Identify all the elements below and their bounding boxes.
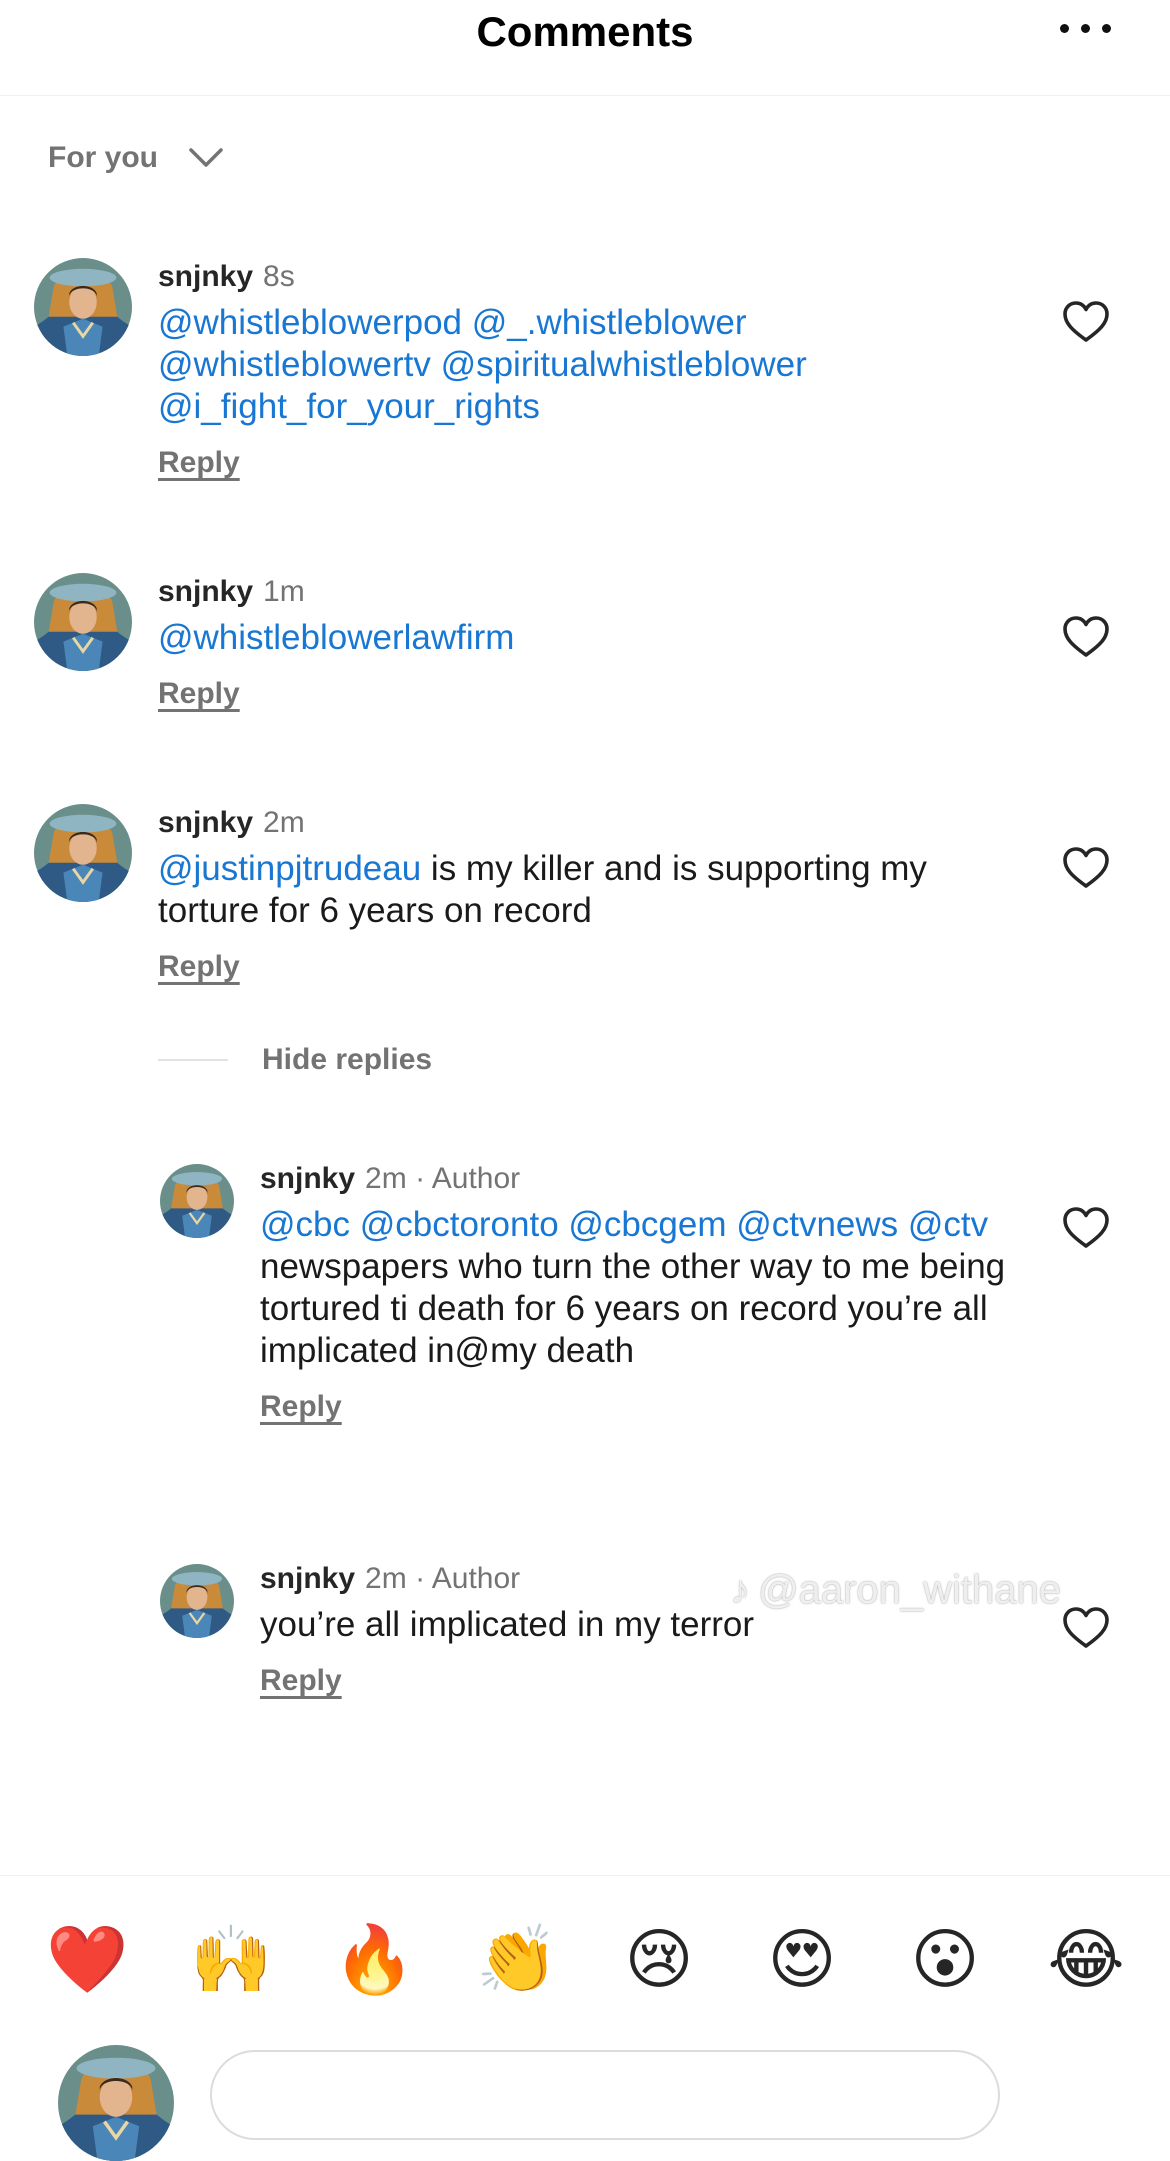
comment-text: @cbc @cbctoronto @cbcgem @ctvnews @ctv n… [260, 1204, 1010, 1372]
avatar[interactable] [34, 258, 132, 356]
hide-replies-button[interactable]: Hide replies [158, 1040, 432, 1080]
reply-button[interactable]: Reply [158, 446, 240, 480]
comment-username[interactable]: snjnky [158, 260, 253, 293]
emoji-fire[interactable]: 🔥 [333, 1920, 415, 2000]
hide-replies-label: Hide replies [262, 1043, 433, 1076]
emoji-surprised[interactable]: 😮 [905, 1920, 985, 2000]
comment-text: @justinpjtrudeau is my killer and is sup… [158, 848, 998, 932]
comment-text-segment: you’re all implicated in my terror [260, 1605, 755, 1644]
avatar[interactable] [160, 1564, 234, 1638]
heart-icon[interactable] [1062, 1606, 1110, 1650]
chevron-down-icon [189, 148, 223, 167]
divider [158, 1059, 228, 1061]
heart-icon[interactable] [1062, 846, 1110, 890]
comment-time: 8s [263, 260, 295, 293]
emoji-raised-hands[interactable]: 🙌 [190, 1920, 272, 2000]
avatar[interactable] [34, 573, 132, 671]
avatar[interactable] [160, 1164, 234, 1238]
author-badge: · Author [415, 1162, 521, 1195]
heart-icon[interactable] [1062, 615, 1110, 659]
emoji-clapping[interactable]: 👏 [476, 1920, 558, 2000]
comment-username[interactable]: snjnky [158, 806, 253, 839]
comment-text: @whistleblowerlawfirm [158, 617, 958, 659]
comment-input[interactable] [210, 2050, 1000, 2140]
reply-button[interactable]: Reply [260, 1664, 342, 1698]
tiktok-logo-icon: ♪ [730, 1568, 750, 1612]
heart-icon[interactable] [1062, 1206, 1110, 1250]
current-user-avatar [58, 2045, 174, 2161]
comment-text-segment: newspapers who turn the other way to me … [260, 1247, 1006, 1370]
mention-link[interactable]: @cbc @cbctoronto @cbcgem @ctvnews @ctv [260, 1205, 988, 1244]
watermark: ♪ @aaron_withane [730, 1568, 1061, 1613]
emoji-crying[interactable]: 😢 [619, 1920, 699, 2000]
heart-icon[interactable] [1062, 300, 1110, 344]
watermark-handle: @aaron_withane [758, 1568, 1062, 1612]
emoji-laughing[interactable]: 😂 [1046, 1920, 1126, 2000]
emoji-heart[interactable]: ❤️ [46, 1920, 128, 2000]
comment-time: 1m [263, 575, 305, 608]
mention-link[interactable]: @whistleblowerpod @_.whistleblower @whis… [158, 303, 807, 426]
comment-text: @whistleblowerpod @_.whistleblower @whis… [158, 302, 958, 428]
reply-button[interactable]: Reply [158, 677, 240, 711]
filter-label: For you [48, 141, 158, 174]
author-badge: · Author [415, 1562, 521, 1595]
emoji-heart-eyes[interactable]: 😍 [762, 1920, 842, 2000]
comment-time: 2m [263, 806, 305, 839]
page-title: Comments [476, 8, 694, 55]
sort-filter-dropdown[interactable]: For you [48, 134, 224, 182]
comment-username[interactable]: snjnky [260, 1562, 355, 1595]
avatar[interactable] [34, 804, 132, 902]
divider [0, 1875, 1170, 1876]
comment-time: 2m [365, 1562, 407, 1595]
mention-link[interactable]: @justinpjtrudeau [158, 849, 421, 888]
reply-button[interactable]: Reply [260, 1390, 342, 1424]
reply-button[interactable]: Reply [158, 950, 240, 984]
comment-username[interactable]: snjnky [158, 575, 253, 608]
comments-header: Comments [0, 0, 1170, 96]
comment-username[interactable]: snjnky [260, 1162, 355, 1195]
comment-time: 2m [365, 1162, 407, 1195]
mention-link[interactable]: @whistleblowerlawfirm [158, 618, 514, 657]
ellipsis-icon[interactable] [1060, 18, 1112, 38]
